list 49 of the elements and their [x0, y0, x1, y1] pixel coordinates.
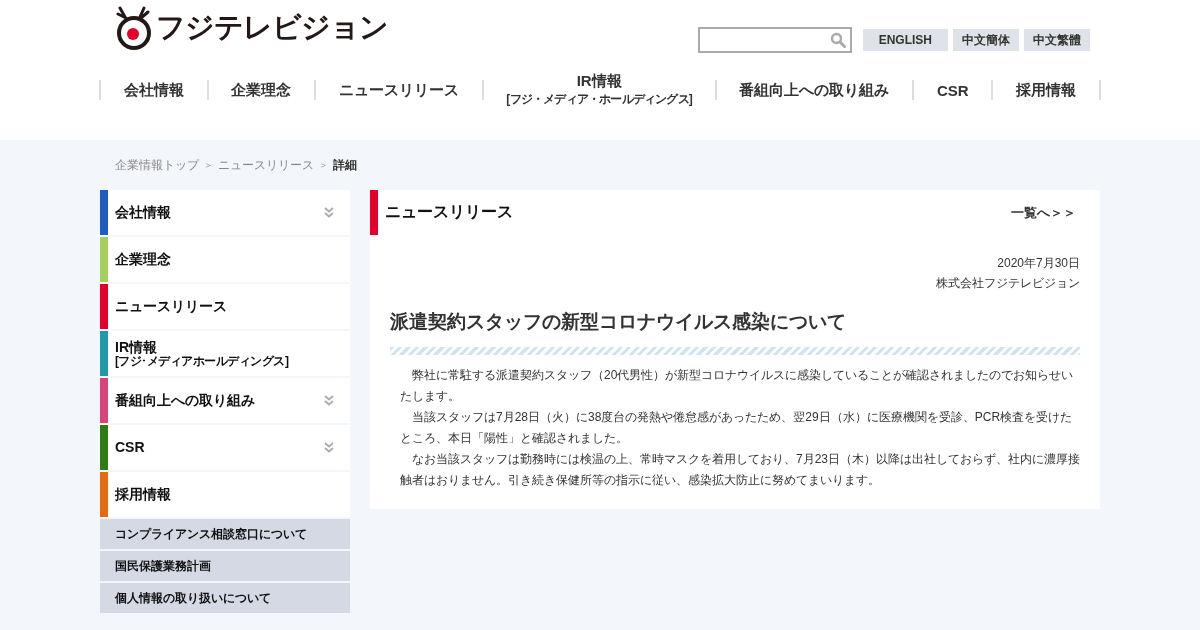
breadcrumb-separator: ＞ [204, 158, 213, 172]
sidebar-label: 採用情報 [115, 487, 172, 502]
sidebar-label: 企業理念 [115, 252, 172, 267]
logo-wordmark[interactable]: フジテレビジョン [156, 8, 388, 48]
nav-link[interactable]: ニュースリリース [338, 80, 459, 100]
language-button[interactable]: 中文簡体 [953, 29, 1019, 51]
sidebar-label: 番組向上への取り組み [115, 393, 256, 408]
breadcrumb-link[interactable]: 企業情報トップ [115, 156, 199, 174]
nav-link[interactable]: IR情報 [576, 72, 622, 91]
breadcrumb-current: 詳細 [333, 156, 357, 174]
language-button[interactable]: ENGLISH [862, 29, 948, 51]
section-accent-bar [370, 190, 378, 235]
sidebar-item[interactable]: ニュースリリース [100, 284, 350, 329]
sidebar-link[interactable]: コンプライアンス相談窓口について [100, 519, 350, 549]
nav-link[interactable]: 番組向上への取り組み [739, 80, 890, 100]
sidebar-sublabel: [フジ･メディアホールディングス] [115, 354, 290, 368]
nav-sublabel[interactable]: [フジ・メディア・ホールディングス] [506, 91, 692, 108]
double-chevron-icon[interactable] [324, 207, 334, 218]
sidebar-label: 会社情報 [115, 205, 172, 220]
nav-link[interactable]: CSR [937, 81, 969, 99]
nav-link[interactable]: 採用情報 [1016, 80, 1077, 100]
sidebar-label: CSR [115, 440, 146, 455]
release-date: 2020年7月30日 [997, 255, 1080, 272]
sidebar-label: IR情報 [115, 339, 158, 355]
sidebar-item[interactable]: 会社情報 [100, 190, 350, 235]
sidebar-item[interactable]: CSR [100, 425, 350, 470]
search-icon[interactable] [829, 32, 846, 48]
company-name: 株式会社フジテレビジョン [936, 275, 1080, 292]
language-button[interactable]: 中文繁體 [1024, 29, 1090, 51]
mascot-logo-icon [114, 6, 154, 50]
nav-link[interactable]: 会社情報 [123, 80, 184, 100]
double-chevron-icon[interactable] [324, 395, 334, 406]
double-chevron-icon[interactable] [324, 442, 334, 453]
list-link[interactable]: 一覧へ＞＞ [1011, 203, 1076, 222]
sidebar-item[interactable]: 番組向上への取り組み [100, 378, 350, 423]
sidebar-item[interactable]: 企業理念 [100, 237, 350, 282]
sidebar-label: ニュースリリース [115, 299, 228, 314]
sidebar-link[interactable]: 国民保護業務計画 [100, 551, 350, 581]
section-title: ニュースリリース [385, 202, 513, 222]
article-paragraph: 弊社に常駐する派遣契約スタッフ（20代男性）が新型コロナウイルスに感染していることが確認されましたのでお知らせいたします。 [400, 367, 1075, 405]
breadcrumb-separator: ＞ [319, 158, 328, 172]
search-field[interactable] [697, 27, 852, 53]
article-paragraph: なお当該スタッフは勤務時には検温の上、常時マスクを着用しており、7月23日（木）以降は出社しておらず、社内に濃厚接触者はおりません。引き続き保健所等の指示に従い、感染拡大防止に努めてまいります。 [400, 451, 1082, 489]
sidebar-link[interactable]: 個人情報の取り扱いについて [100, 583, 350, 613]
sidebar-item[interactable]: IR情報 [フジ･メディアホールディングス] [100, 331, 350, 376]
sidebar-item[interactable]: 採用情報 [100, 472, 350, 517]
article-paragraph: 当該スタッフは7月28日（火）に38度台の発熱や倦怠感があったため、翌29日（水）に医療機関を受診、PCR検査を受けたところ、本日「陽性」と確認されました。 [400, 409, 1074, 447]
nav-link[interactable]: 企業理念 [231, 80, 292, 100]
article-title: 派遣契約スタッフの新型コロナウイルス感染について [390, 310, 847, 334]
